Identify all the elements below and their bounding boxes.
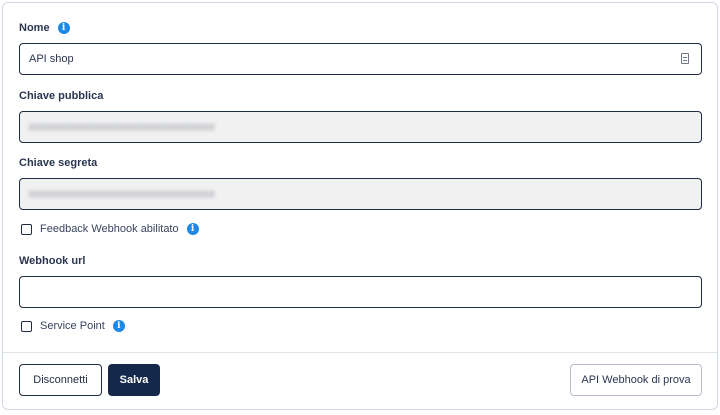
feedback-webhook-label[interactable]: Feedback Webhook abilitato [40,223,179,235]
info-icon[interactable]: i [186,223,199,235]
name-label: Nome [19,22,50,34]
webhook-url-label: Webhook url [19,255,86,267]
footer-divider [3,352,717,353]
info-icon[interactable]: i [112,320,125,332]
test-webhook-button[interactable]: API Webhook di prova [570,364,702,396]
feedback-webhook-checkbox[interactable] [21,223,32,235]
public-key-label-row: Chiave pubblica [19,90,103,102]
document-icon[interactable] [681,53,689,64]
info-icon[interactable]: i [57,22,70,34]
webhook-url-input[interactable] [19,276,702,308]
secret-key-label: Chiave segreta [19,157,98,169]
secret-key-label-row: Chiave segreta [19,157,97,169]
test-webhook-button-label: API Webhook di prova [581,374,691,386]
public-key-label: Chiave pubblica [19,90,104,102]
public-key-value: xxxxxxxxxxxxxxxxxxxxxxxxxxxxxxx [29,121,215,133]
feedback-webhook-row: Feedback Webhook abilitato i [21,223,199,235]
disconnect-button-label: Disconnetti [33,374,88,386]
disconnect-button[interactable]: Disconnetti [19,364,102,396]
public-key-input[interactable]: xxxxxxxxxxxxxxxxxxxxxxxxxxxxxxx [19,111,702,143]
service-point-row: Service Point i [21,320,125,332]
name-label-row: Nome i [19,22,70,34]
secret-key-value: xxxxxxxxxxxxxxxxxxxxxxxxxxxxxxx [29,188,215,200]
save-button-label: Salva [119,374,149,386]
save-button[interactable]: Salva [108,364,160,396]
api-settings-panel: Nome i API shop Chiave pubblica xxxxxxxx… [2,2,718,410]
secret-key-input[interactable]: xxxxxxxxxxxxxxxxxxxxxxxxxxxxxxx [19,178,702,210]
name-input[interactable]: API shop [19,43,702,75]
service-point-label[interactable]: Service Point [40,320,105,332]
name-value: API shop [29,53,74,65]
webhook-url-label-row: Webhook url [19,255,85,267]
service-point-checkbox[interactable] [21,320,32,332]
